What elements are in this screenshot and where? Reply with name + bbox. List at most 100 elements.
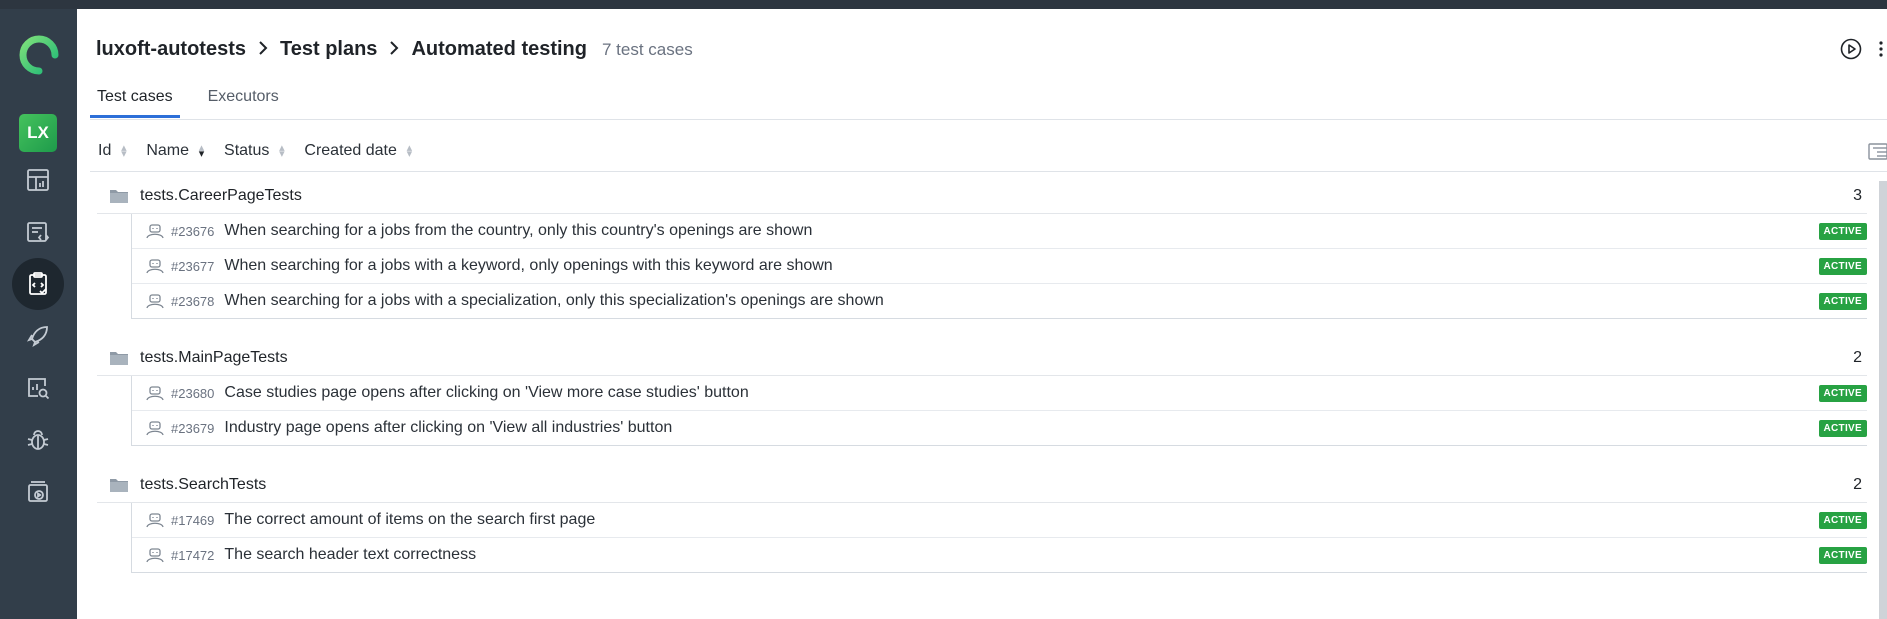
status-badge: ACTIVE [1818,257,1867,275]
allure-logo-icon [19,35,59,75]
tabs-divider [90,119,1887,120]
list-item[interactable]: #23677 When searching for a jobs with a … [132,248,1867,283]
more-options-button[interactable] [1875,35,1887,63]
column-created-date[interactable]: Created date ▴ ▾ [304,142,414,160]
sidebar-item-jobs[interactable] [12,466,64,518]
case-title: Case studies page opens after clicking o… [224,384,749,401]
play-icon [1840,38,1862,60]
run-button[interactable] [1837,35,1865,63]
sidebar-item-analytics[interactable] [12,362,64,414]
test-plans-icon [29,272,47,295]
tree-group: tests.CareerPageTests 3 #23676 When sear… [97,179,1867,319]
jobs-icon [28,481,48,502]
column-settings-icon[interactable] [1867,141,1887,161]
group-count: 2 [1853,349,1862,366]
case-id: #23679 [171,420,215,436]
column-status-label: Status [224,142,270,159]
breadcrumb: luxoft-autotests Test plans Automated te… [96,38,693,61]
group-count: 3 [1853,187,1862,204]
folder-icon [110,479,128,492]
status-badge: ACTIVE [1818,222,1867,240]
tab-executors[interactable]: Executors [201,88,286,118]
column-id[interactable]: Id ▴ ▾ [98,142,128,160]
sort-icon: ▴ ▾ [406,142,413,160]
list-item[interactable]: #17469 The correct amount of items on th… [132,503,1867,537]
dashboards-icon [27,169,49,191]
list-item[interactable]: #23680 Case studies page opens after cli… [132,376,1867,410]
app-logo[interactable] [17,33,61,77]
case-title: When searching for a jobs with a keyword… [224,257,833,274]
window-top-bar [0,0,1887,9]
case-id: #23677 [171,258,215,274]
sidebar-item-launches[interactable] [12,310,64,362]
status-badge: ACTIVE [1818,419,1867,437]
breadcrumb-test-plans[interactable]: Test plans [280,38,377,61]
defects-icon [27,430,49,450]
sort-icon: ▴ ▾ [121,142,127,160]
case-title: When searching for a jobs with a special… [224,292,884,309]
case-title: The search header text correctness [224,546,477,563]
sidebar: LX [0,9,77,619]
group-count: 2 [1853,476,1862,493]
case-id: #17469 [171,512,215,528]
folder-icon [110,190,128,203]
case-title: The correct amount of items on the searc… [224,511,596,528]
main-content: luxoft-autotests Test plans Automated te… [77,9,1887,619]
list-item[interactable]: #23676 When searching for a jobs from th… [132,214,1867,248]
automated-robot-icon [146,513,164,528]
automated-robot-icon [146,259,164,274]
launches-icon [26,326,48,348]
status-badge: ACTIVE [1818,546,1867,564]
group-name: tests.MainPageTests [140,349,288,366]
case-title: Industry page opens after clicking on 'V… [224,419,673,436]
column-status[interactable]: Status ▴ ▾ [224,142,286,160]
list-item[interactable]: #17472 The search header text correctnes… [132,537,1867,572]
group-header[interactable]: tests.CareerPageTests 3 [97,179,1867,214]
column-name[interactable]: Name ▴ ▾ [146,142,206,160]
case-id: #17472 [171,547,215,563]
case-id: #23678 [171,293,215,309]
sidebar-item-test-plans[interactable] [12,258,64,310]
analytics-icon [28,378,50,400]
automated-robot-icon [146,548,164,563]
breadcrumb-current-plan: Automated testing [411,38,587,60]
tab-test-cases[interactable]: Test cases [90,88,180,118]
sidebar-item-defects[interactable] [12,414,64,466]
more-vertical-icon [1879,41,1883,57]
automated-robot-icon [146,224,164,239]
group-name: tests.SearchTests [140,476,267,493]
tree-group: tests.SearchTests 2 #17469 The correct a… [97,468,1867,573]
group-header[interactable]: tests.MainPageTests 2 [97,341,1867,376]
case-title: When searching for a jobs from the count… [224,222,813,239]
test-cases-icon [27,222,50,242]
status-badge: ACTIVE [1818,511,1867,529]
tab-bar: Test cases Executors [90,88,307,118]
case-list: #23680 Case studies page opens after cli… [131,376,1867,446]
avatar-initials: LX [27,123,49,142]
automated-robot-icon [146,294,164,309]
status-badge: ACTIVE [1818,292,1867,310]
sort-icon: ▴ ▾ [279,142,285,160]
group-header[interactable]: tests.SearchTests 2 [97,468,1867,503]
column-name-label: Name [146,142,190,159]
test-case-count: 7 test cases [602,39,693,59]
header-actions [1837,35,1887,63]
table-header: Id ▴ ▾ Name ▴ ▾ Status ▴ ▾ Created date ▴ ▾ [90,131,1887,172]
status-badge: ACTIVE [1818,384,1867,402]
list-item[interactable]: #23679 Industry page opens after clickin… [132,410,1867,445]
column-id-label: Id [98,142,112,159]
chevron-right-icon [389,38,399,61]
scrollbar[interactable] [1879,181,1887,619]
column-created-date-label: Created date [304,142,397,159]
list-item[interactable]: #23678 When searching for a jobs with a … [132,283,1867,318]
project-avatar[interactable]: LX [19,114,57,152]
sidebar-item-dashboards[interactable] [12,154,64,206]
group-name: tests.CareerPageTests [140,187,302,204]
automated-robot-icon [146,386,164,401]
breadcrumb-project[interactable]: luxoft-autotests [96,38,246,61]
case-id: #23680 [171,385,215,401]
tree-group: tests.MainPageTests 2 #23680 Case studie… [97,341,1867,446]
chevron-right-icon [258,38,268,61]
folder-icon [110,352,128,365]
sidebar-item-test-cases[interactable] [12,206,64,258]
